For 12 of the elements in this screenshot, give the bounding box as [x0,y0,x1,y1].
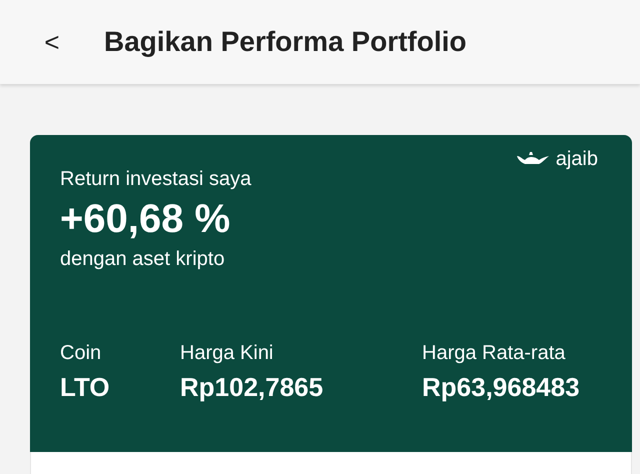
stat-value: LTO [60,371,111,403]
stat-label: Coin [60,341,102,365]
stat-value: Rp63,968483 [422,371,580,403]
stat-label: Harga Rata-rata [422,341,566,365]
back-button[interactable]: < [42,22,62,62]
return-label: Return investasi saya [60,167,252,191]
return-percentage: +60,68 % [60,196,232,243]
return-subtitle: dengan aset kripto [60,247,226,271]
stat-label: Harga Kini [180,341,274,365]
brand-name: ajaib [556,149,598,169]
page-title: Bagikan Performa Portfolio [104,25,467,59]
stat-value: Rp102,7865 [180,371,324,403]
